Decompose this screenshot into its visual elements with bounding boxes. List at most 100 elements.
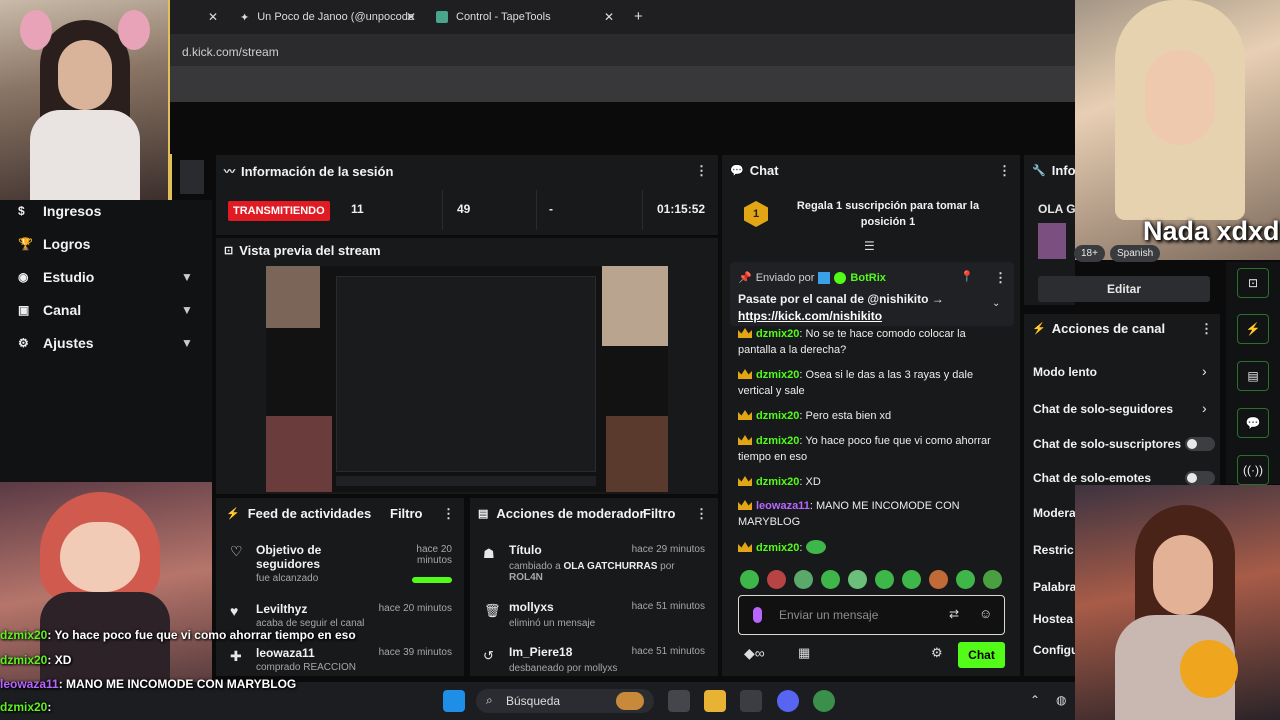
- translate-icon[interactable]: ⇄: [949, 607, 959, 621]
- chat-username[interactable]: dzmix20: [756, 542, 799, 554]
- chat-message: dzmix20: Yo hace poco fue que vi como ah…: [738, 435, 991, 463]
- action-emotes-only[interactable]: Chat de solo-emotes: [1033, 471, 1151, 485]
- chat-input-placeholder[interactable]: Enviar un mensaje: [779, 608, 878, 622]
- discord-icon[interactable]: [777, 690, 799, 712]
- channel-actions-more-icon[interactable]: ⋮: [1200, 321, 1213, 337]
- chat-input-box[interactable]: Enviar un mensaje ⇄ ☺: [738, 595, 1005, 635]
- emote-icon[interactable]: [848, 570, 867, 589]
- file-explorer-icon[interactable]: [704, 690, 726, 712]
- close-icon[interactable]: ✕: [604, 10, 614, 24]
- action-moderation[interactable]: Modera: [1033, 506, 1076, 520]
- action-subs-only[interactable]: Chat de solo-suscriptores: [1033, 437, 1181, 451]
- sidebar-item-estudio[interactable]: ◉ Estudio ▼: [18, 269, 198, 285]
- task-view-icon[interactable]: [668, 690, 690, 712]
- expand-lines-icon[interactable]: ☰: [864, 239, 875, 253]
- follower-count: 49: [457, 202, 471, 216]
- chat-message: dzmix20: No se te hace comodo colocar la…: [738, 328, 966, 356]
- tapetools-tab-icon: [436, 11, 448, 23]
- activity-filter-button[interactable]: Filtro: [390, 506, 423, 521]
- mod-more-icon[interactable]: ⋮: [695, 506, 708, 522]
- chat-username[interactable]: dzmix20: [756, 435, 799, 447]
- gift-sub-prompt[interactable]: Regala 1 suscripción para tomar la posic…: [790, 198, 986, 230]
- taskbar-search[interactable]: ⌕ Búsqueda: [476, 689, 654, 713]
- activity-sub: fue alcanzado: [256, 573, 319, 584]
- chevron-down-icon[interactable]: ⌄: [992, 298, 1000, 309]
- points-icon[interactable]: ◆∞: [744, 645, 765, 662]
- chat-username[interactable]: dzmix20: [756, 328, 799, 340]
- emotes-only-toggle[interactable]: [1185, 471, 1215, 485]
- emote-icon[interactable]: [929, 570, 948, 589]
- mod-user[interactable]: ROL4N: [509, 572, 709, 583]
- chat-username[interactable]: dzmix20: [756, 410, 799, 422]
- rail-document-icon[interactable]: ▤: [1237, 361, 1269, 391]
- microphone-icon[interactable]: [753, 607, 762, 623]
- unpin-icon[interactable]: 📍: [960, 270, 974, 283]
- edit-info-button[interactable]: Editar: [1038, 276, 1210, 302]
- chat-more-icon[interactable]: ⋮: [998, 163, 1011, 179]
- emote-icon[interactable]: [767, 570, 786, 589]
- tab-label: Control - TapeTools: [456, 11, 551, 23]
- action-blocked-words[interactable]: Palabra: [1033, 580, 1076, 594]
- panel-title: Acciones de moderador: [496, 506, 645, 521]
- chevron-right-icon[interactable]: ›: [1202, 363, 1207, 379]
- studio-icon: ◉: [18, 270, 29, 284]
- windows-start-icon[interactable]: [443, 690, 465, 712]
- action-host[interactable]: Hostea: [1033, 612, 1073, 626]
- rail-broadcast-icon[interactable]: ((·)): [1237, 455, 1269, 485]
- close-icon[interactable]: ✕: [208, 10, 218, 24]
- rail-chat-icon[interactable]: 💬: [1237, 408, 1269, 438]
- obs-icon[interactable]: [740, 690, 762, 712]
- chat-settings-icon[interactable]: ⚙: [931, 645, 943, 661]
- address-bar[interactable]: d.kick.com/stream: [170, 34, 1075, 66]
- network-icon[interactable]: ◍: [1056, 693, 1066, 707]
- tab-tapetools[interactable]: Control - TapeTools ✕: [436, 0, 618, 34]
- overlay-chat-line: dzmix20: XD: [0, 653, 71, 667]
- activity-time: hace 20 minutos: [378, 603, 452, 614]
- sidebar-collapse-tab[interactable]: [180, 160, 204, 194]
- overlay-username: dzmix20: [0, 628, 48, 642]
- close-icon[interactable]: ✕: [406, 10, 416, 24]
- action-settings[interactable]: Configu: [1033, 643, 1078, 657]
- emote-icon[interactable]: [821, 570, 840, 589]
- subs-only-toggle[interactable]: [1185, 437, 1215, 451]
- rail-preview-icon[interactable]: ⊡: [1237, 268, 1269, 298]
- new-title-value: OLA GATCHURRAS: [563, 561, 658, 572]
- gear-icon: ⚙: [18, 336, 29, 350]
- list-item: mollyxs eliminó un mensaje: [509, 600, 629, 629]
- pinned-user[interactable]: BotRix: [850, 272, 885, 284]
- pinned-more-icon[interactable]: ⋮: [994, 270, 1007, 286]
- chat-username[interactable]: dzmix20: [756, 476, 799, 488]
- chevron-right-icon[interactable]: ›: [1202, 400, 1207, 416]
- action-followers-only[interactable]: Chat de solo-seguidores: [1033, 402, 1173, 416]
- activity-more-icon[interactable]: ⋮: [442, 506, 455, 522]
- chat-username[interactable]: dzmix20: [756, 369, 799, 381]
- sidebar-item-ajustes[interactable]: ⚙ Ajustes ▼: [18, 335, 198, 351]
- action-restrictions[interactable]: Restric: [1033, 543, 1074, 557]
- store-icon[interactable]: ▦: [798, 645, 810, 661]
- emoji-picker-icon[interactable]: ☺: [979, 606, 992, 621]
- stream-preview-video[interactable]: [266, 266, 668, 492]
- emote-icon[interactable]: [875, 570, 894, 589]
- sidebar-item-canal[interactable]: ▣ Canal ▼: [18, 302, 198, 318]
- activity-title: Levilthyz: [256, 602, 308, 616]
- search-icon: ⌕: [486, 693, 493, 707]
- emote-icon[interactable]: [740, 570, 759, 589]
- send-chat-button[interactable]: Chat: [958, 642, 1005, 668]
- sidebar-item-ingresos[interactable]: $ Ingresos: [18, 203, 101, 219]
- session-more-icon[interactable]: ⋮: [695, 163, 708, 179]
- emote-icon[interactable]: [902, 570, 921, 589]
- emote-icon[interactable]: [794, 570, 813, 589]
- action-slow-mode[interactable]: Modo lento: [1033, 365, 1097, 379]
- sidebar-item-logros[interactable]: 🏆 Logros: [18, 236, 90, 252]
- emote-icon[interactable]: [983, 570, 1002, 589]
- rail-bolt-icon[interactable]: ⚡: [1237, 314, 1269, 344]
- chrome-icon[interactable]: [813, 690, 835, 712]
- new-tab-button[interactable]: +: [634, 8, 643, 25]
- emote-icon[interactable]: [956, 570, 975, 589]
- mod-filter-button[interactable]: Filtro: [643, 506, 676, 521]
- tab-kick[interactable]: ✦ Un Poco de Janoo (@unpocode ✕: [240, 0, 420, 34]
- pinned-link[interactable]: https://kick.com/nishikito: [738, 309, 882, 323]
- tray-chevron-up-icon[interactable]: ⌃: [1030, 693, 1040, 707]
- chat-username[interactable]: leowaza11: [756, 500, 810, 512]
- sidebar-item-label: Logros: [43, 236, 91, 252]
